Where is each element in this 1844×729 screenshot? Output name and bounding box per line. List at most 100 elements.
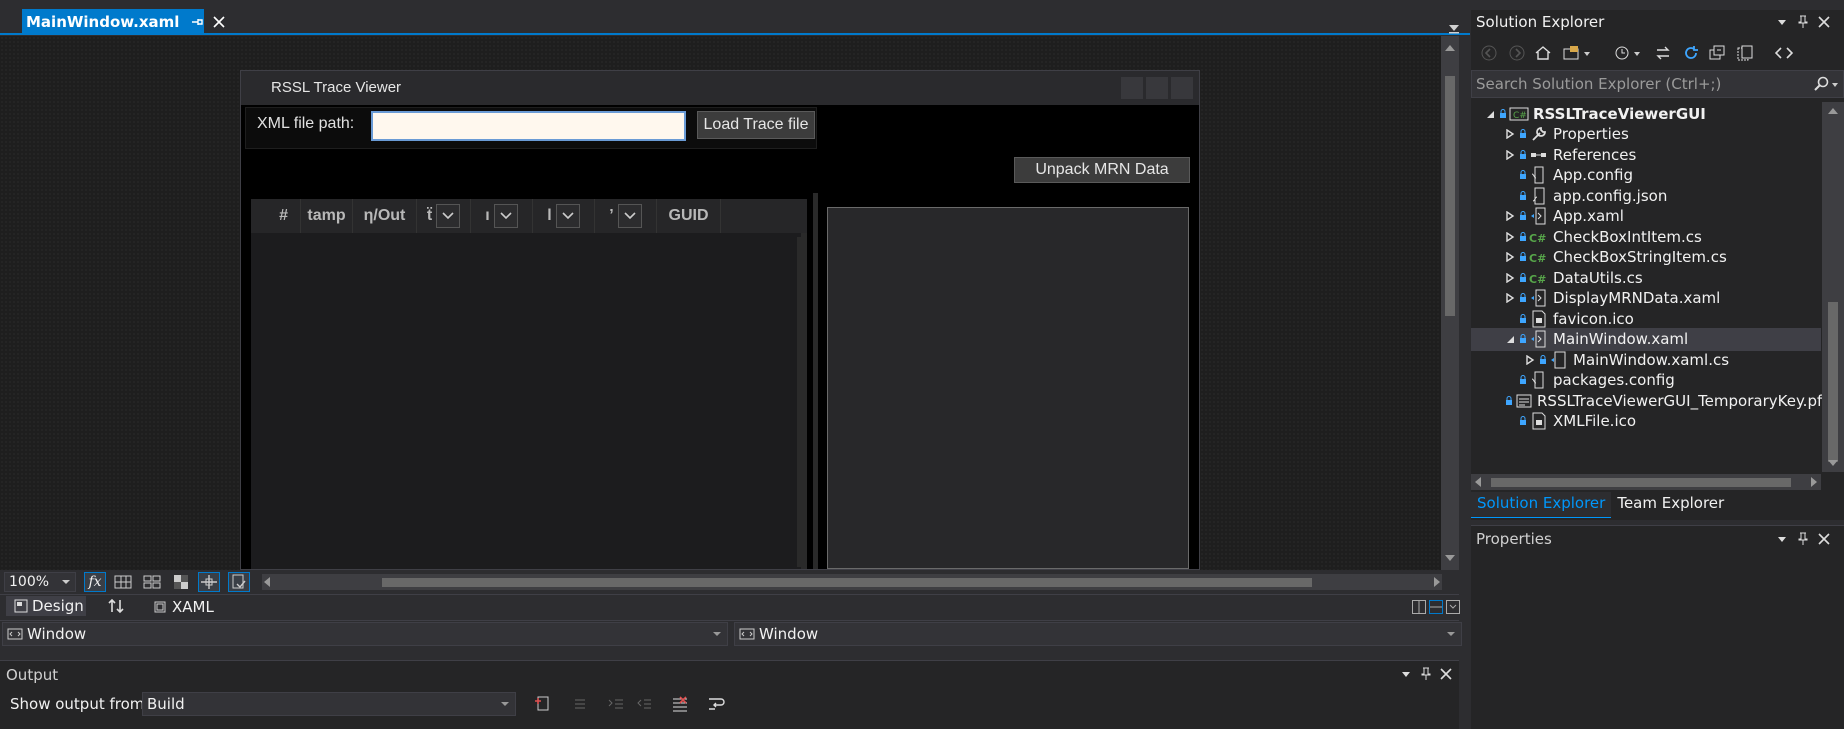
zoom-select[interactable]: 100% [4,572,76,592]
pin-icon[interactable] [1795,14,1811,30]
collapsed-arrow-icon[interactable] [1503,209,1517,223]
chevron-down-icon[interactable] [493,204,518,228]
collapse-pane-button[interactable] [1446,600,1460,614]
show-all-files-button[interactable] [1734,40,1756,66]
xml-path-input[interactable] [371,111,686,141]
close-icon[interactable] [211,14,227,30]
view-code-button[interactable] [1772,40,1796,66]
find-message-in-code-button[interactable] [530,692,554,716]
window-position-icon[interactable] [1774,531,1790,547]
designed-window[interactable]: RSSL Trace Viewer XML file path: Load Tr… [240,70,1200,570]
snap-to-lines-button[interactable] [198,572,220,592]
swap-panes-button[interactable] [104,596,128,616]
scrollbar-thumb[interactable] [1828,302,1838,462]
search-icon[interactable] [1813,76,1839,92]
scroll-up-icon[interactable] [1822,104,1844,118]
home-button[interactable] [1532,40,1554,66]
expanded-arrow-icon[interactable] [1503,332,1517,346]
scroll-left-icon[interactable] [262,574,272,590]
tab-mainwindow-xaml[interactable]: MainWindow.xaml [22,9,226,34]
scroll-right-icon[interactable] [1809,474,1819,490]
column-header[interactable]: ’ [595,199,657,233]
close-icon[interactable] [1816,14,1832,30]
load-trace-file-button[interactable]: Load Trace file [697,111,815,139]
solution-search-input[interactable]: Search Solution Explorer (Ctrl+;) [1471,70,1844,98]
toggle-word-wrap-button[interactable] [705,692,729,716]
snap-gridlines-button[interactable] [141,572,163,592]
tab-team-explorer[interactable]: Team Explorer [1611,492,1730,518]
grid-vertical-scrollbar[interactable] [797,237,805,567]
window-position-icon[interactable] [1398,666,1414,682]
collapsed-arrow-icon[interactable] [1503,250,1517,264]
window-position-icon[interactable] [1774,14,1790,30]
scroll-down-icon[interactable] [1441,550,1459,566]
column-header[interactable]: GUID [657,199,721,233]
pin-icon[interactable] [1795,531,1811,547]
collapsed-arrow-icon[interactable] [1503,148,1517,162]
lock-icon [1499,108,1507,119]
designer-horizontal-scrollbar[interactable] [262,574,1442,590]
scroll-down-icon[interactable] [1822,456,1844,470]
scroll-up-icon[interactable] [1441,40,1459,56]
tab-overflow-dropdown-icon[interactable] [1447,20,1461,34]
pin-icon[interactable] [1418,666,1434,682]
horizontal-split-button[interactable] [1429,600,1443,614]
collapsed-arrow-icon[interactable] [1503,127,1517,141]
design-view-tab[interactable]: Design [6,596,86,616]
project-code-button[interactable] [228,572,250,592]
lock-icon [1519,416,1527,426]
detail-panel[interactable] [827,207,1189,569]
xaml-view-tab[interactable]: XAML [154,598,214,616]
close-icon[interactable] [1438,666,1454,682]
close-caption-button[interactable] [1171,77,1193,99]
sync-with-active-document-button[interactable] [1652,40,1674,66]
pending-changes-filter-button[interactable] [1612,40,1646,66]
column-header[interactable]: η/Out [353,199,417,233]
collapsed-arrow-icon[interactable] [1503,271,1517,285]
column-header[interactable]: ı [471,199,533,233]
xaml-icon [1529,207,1549,225]
refresh-button[interactable] [1680,40,1702,66]
collapsed-arrow-icon[interactable] [1503,230,1517,244]
output-source-select[interactable]: Build [142,692,516,716]
scroll-left-icon[interactable] [1473,474,1483,490]
scrollbar-thumb[interactable] [1491,478,1791,487]
collapsed-arrow-icon[interactable] [1503,291,1517,305]
json-icon [1529,187,1549,205]
close-icon[interactable] [1816,531,1832,547]
solution-explorer-horizontal-scrollbar[interactable] [1471,474,1821,490]
element-selector-left[interactable]: Window [2,622,728,646]
unpack-mrn-data-button[interactable]: Unpack MRN Data [1014,157,1190,183]
element-selector-right[interactable]: Window [734,622,1462,646]
column-header[interactable]: tamp [301,199,353,233]
scrollbar-thumb[interactable] [382,578,1312,587]
tab-solution-explorer[interactable]: Solution Explorer [1471,492,1612,518]
grid-splitter[interactable] [813,193,818,569]
maximize-caption-button[interactable] [1146,77,1168,99]
column-header[interactable]: # [251,199,301,233]
solution-explorer-vertical-scrollbar[interactable] [1822,102,1844,472]
collapse-all-button[interactable] [1706,40,1728,66]
switch-views-button[interactable] [1560,40,1594,66]
column-header[interactable]: ẗ [417,199,471,233]
grid-toggle-button[interactable] [112,572,134,592]
vertical-split-button[interactable] [1412,600,1426,614]
minimize-caption-button[interactable] [1121,77,1143,99]
solution-tree[interactable]: C# RSSLTraceViewerGUI Properties References… [1471,102,1831,474]
scrollbar-thumb[interactable] [1445,76,1455,316]
expanded-arrow-icon[interactable] [1483,107,1497,121]
chevron-down-icon[interactable] [617,204,642,228]
chevron-down-icon[interactable] [555,204,580,228]
designer-vertical-scrollbar[interactable] [1441,36,1459,570]
tree-item[interactable]: XMLFile.ico [1471,410,1821,433]
chevron-down-icon[interactable] [436,204,461,228]
collapsed-arrow-icon[interactable] [1523,353,1537,367]
tree-item-label: XMLFile.ico [1553,412,1637,430]
effects-toggle-button[interactable]: fx [84,572,106,592]
column-header[interactable]: l [533,199,595,233]
clear-all-button[interactable] [668,692,692,716]
pin-icon[interactable] [189,14,205,30]
trace-data-grid[interactable] [251,199,807,569]
artboard-background-button[interactable] [170,572,192,592]
scroll-right-icon[interactable] [1432,574,1442,590]
